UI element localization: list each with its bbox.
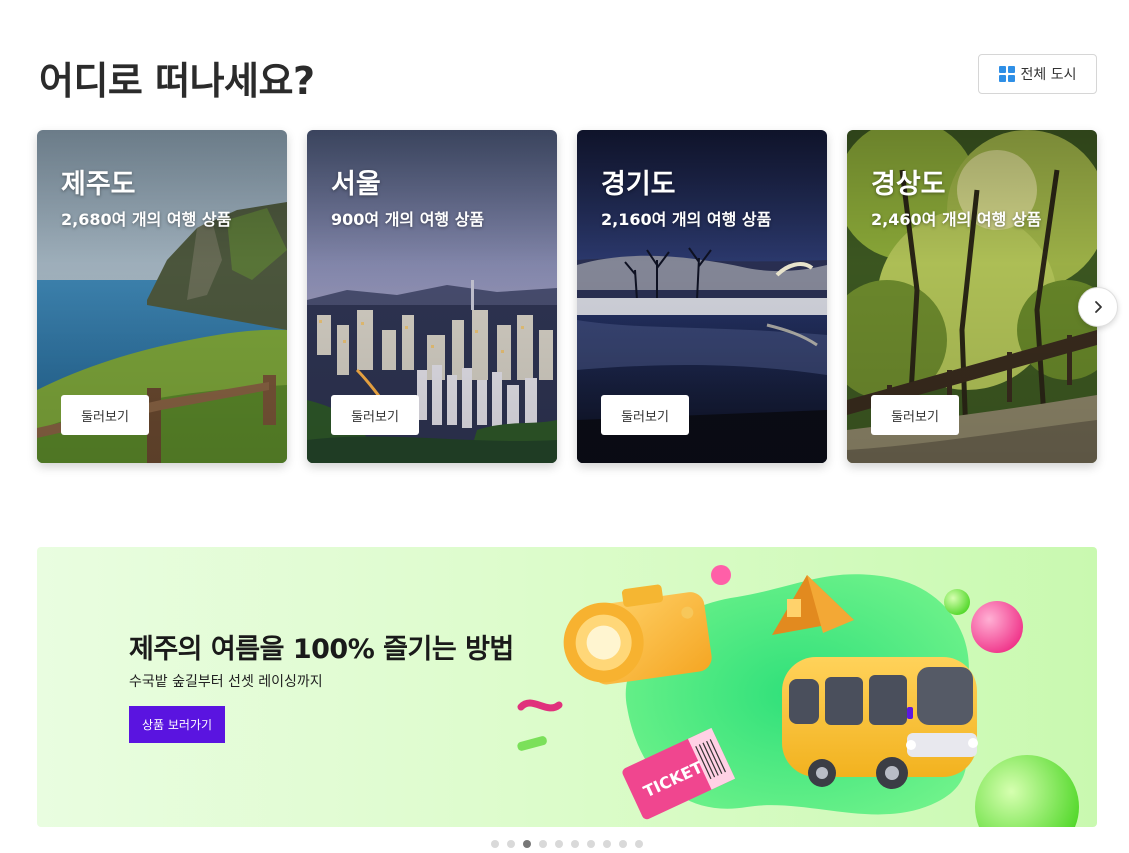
- pagination-dot[interactable]: [571, 840, 579, 848]
- destination-card-gyeonggi[interactable]: 경기도 2,160여 개의 여행 상품 둘러보기: [577, 130, 827, 463]
- destination-card-jeju[interactable]: 제주도 2,680여 개의 여행 상품 둘러보기: [37, 130, 287, 463]
- pagination-dot[interactable]: [603, 840, 611, 848]
- banner-title: 제주의 여름을 100% 즐기는 방법: [129, 634, 514, 665]
- browse-button[interactable]: 둘러보기: [601, 395, 689, 435]
- banner-subtitle: 수국밭 숲길부터 선셋 레이싱까지: [129, 674, 323, 690]
- pagination-dot[interactable]: [555, 840, 563, 848]
- product-count: 900여 개의 여행 상품: [331, 210, 485, 229]
- banner-pagination: [491, 840, 643, 848]
- all-cities-label: 전체 도시: [1020, 67, 1077, 83]
- travel-illustration: TICKET: [517, 565, 1079, 827]
- grid-icon: [998, 66, 1015, 82]
- pagination-dot[interactable]: [635, 840, 643, 848]
- browse-button[interactable]: 둘러보기: [331, 395, 419, 435]
- pagination-dot[interactable]: [587, 840, 595, 848]
- product-count: 2,460여 개의 여행 상품: [871, 210, 1042, 229]
- destination-name: 경기도: [601, 169, 676, 200]
- pagination-dot-active[interactable]: [523, 840, 531, 848]
- pagination-dot[interactable]: [539, 840, 547, 848]
- all-cities-button[interactable]: 전체 도시: [978, 54, 1097, 94]
- destination-name: 서울: [331, 169, 381, 200]
- chevron-right-icon: [1095, 301, 1102, 313]
- promo-banner[interactable]: 제주의 여름을 100% 즐기는 방법 수국밭 숲길부터 선셋 레이싱까지 상품…: [37, 547, 1097, 827]
- view-products-button[interactable]: 상품 보러가기: [129, 706, 225, 743]
- destination-name: 경상도: [871, 169, 946, 200]
- destination-card-seoul[interactable]: 서울 900여 개의 여행 상품 둘러보기: [307, 130, 557, 463]
- product-count: 2,680여 개의 여행 상품: [61, 210, 232, 229]
- pagination-dot[interactable]: [619, 840, 627, 848]
- browse-button[interactable]: 둘러보기: [871, 395, 959, 435]
- browse-button[interactable]: 둘러보기: [61, 395, 149, 435]
- carousel-next-button[interactable]: [1078, 287, 1118, 327]
- destination-card-gyeongsang[interactable]: 경상도 2,460여 개의 여행 상품 둘러보기: [847, 130, 1097, 463]
- destination-name: 제주도: [61, 169, 136, 200]
- section-header: 어디로 떠나세요? 전체 도시: [37, 48, 1097, 103]
- product-count: 2,160여 개의 여행 상품: [601, 210, 772, 229]
- page-title: 어디로 떠나세요?: [39, 59, 315, 103]
- pagination-dot[interactable]: [507, 840, 515, 848]
- pagination-dot[interactable]: [491, 840, 499, 848]
- destination-carousel: 제주도 2,680여 개의 여행 상품 둘러보기 서울 900여 개의 여행 상…: [37, 130, 1097, 463]
